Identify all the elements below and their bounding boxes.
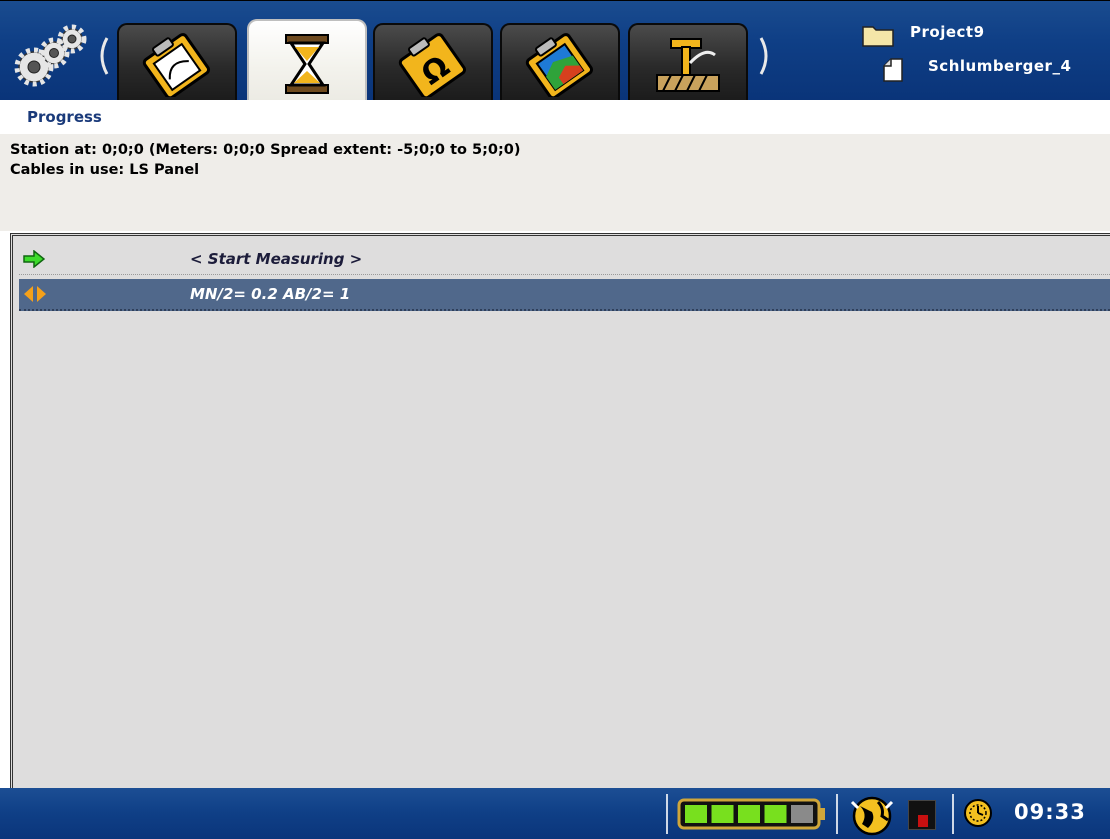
measurement-list: < Start Measuring > MN/2= 0.2 AB/2= 1: [10, 233, 1110, 788]
gps-globe-icon[interactable]: [848, 794, 896, 836]
orange-diamond-icon: [24, 286, 46, 302]
cables-line: Cables in use: LS Panel: [10, 162, 200, 178]
clock-icon: [964, 799, 992, 827]
tab-map[interactable]: [500, 23, 620, 101]
clipboard-ohm-icon: Ω: [398, 33, 467, 97]
list-item-start-measuring[interactable]: < Start Measuring >: [19, 244, 1110, 275]
project-info: Project9 Schlumberger_4: [862, 1, 1110, 101]
tab-electrodes[interactable]: [628, 23, 748, 101]
top-toolbar: Ω Project9 Schlumberger_4: [0, 0, 1110, 101]
battery-indicator: [677, 798, 827, 830]
separator: [666, 794, 668, 834]
clock-time: 09:33: [1014, 800, 1086, 824]
list-item-measurement[interactable]: MN/2= 0.2 AB/2= 1: [19, 279, 1110, 311]
scroll-right-icon[interactable]: [758, 36, 772, 76]
project-name: Project9: [910, 23, 985, 41]
battery-segment: [764, 805, 787, 823]
battery-segment: [738, 805, 760, 823]
hourglass-icon: [285, 34, 329, 94]
status-bar: 09:33: [0, 788, 1110, 839]
file-icon: [883, 58, 903, 82]
battery-segment: [711, 805, 734, 823]
recording-indicator-icon: [908, 800, 936, 830]
settings-gear-icon[interactable]: [10, 19, 92, 91]
battery-segment: [685, 805, 707, 823]
scroll-left-icon[interactable]: [96, 36, 110, 76]
page-title: Progress: [0, 100, 1110, 134]
battery-segment: [791, 805, 813, 823]
tab-resistance[interactable]: Ω: [373, 23, 493, 101]
clipboard-curve-icon: [142, 33, 211, 97]
app-window: Ω Project9 Schlumberger_4 Progress Stati…: [0, 0, 1110, 839]
clipboard-map-icon: [525, 33, 594, 97]
separator: [836, 794, 838, 834]
file-name: Schlumberger_4: [928, 57, 1072, 75]
station-info-panel: Station at: 0;0;0 (Meters: 0;0;0 Spread …: [0, 134, 1110, 231]
station-line: Station at: 0;0;0 (Meters: 0;0;0 Spread …: [10, 142, 521, 158]
list-item-label: < Start Measuring >: [190, 250, 363, 268]
list-item-label: MN/2= 0.2 AB/2= 1: [190, 285, 351, 303]
green-arrow-icon: [23, 250, 45, 268]
tab-data-curve[interactable]: [117, 23, 237, 101]
folder-icon: [862, 26, 894, 47]
separator: [952, 794, 954, 834]
tab-progress[interactable]: [247, 19, 367, 101]
electrode-stake-icon: [656, 38, 720, 92]
